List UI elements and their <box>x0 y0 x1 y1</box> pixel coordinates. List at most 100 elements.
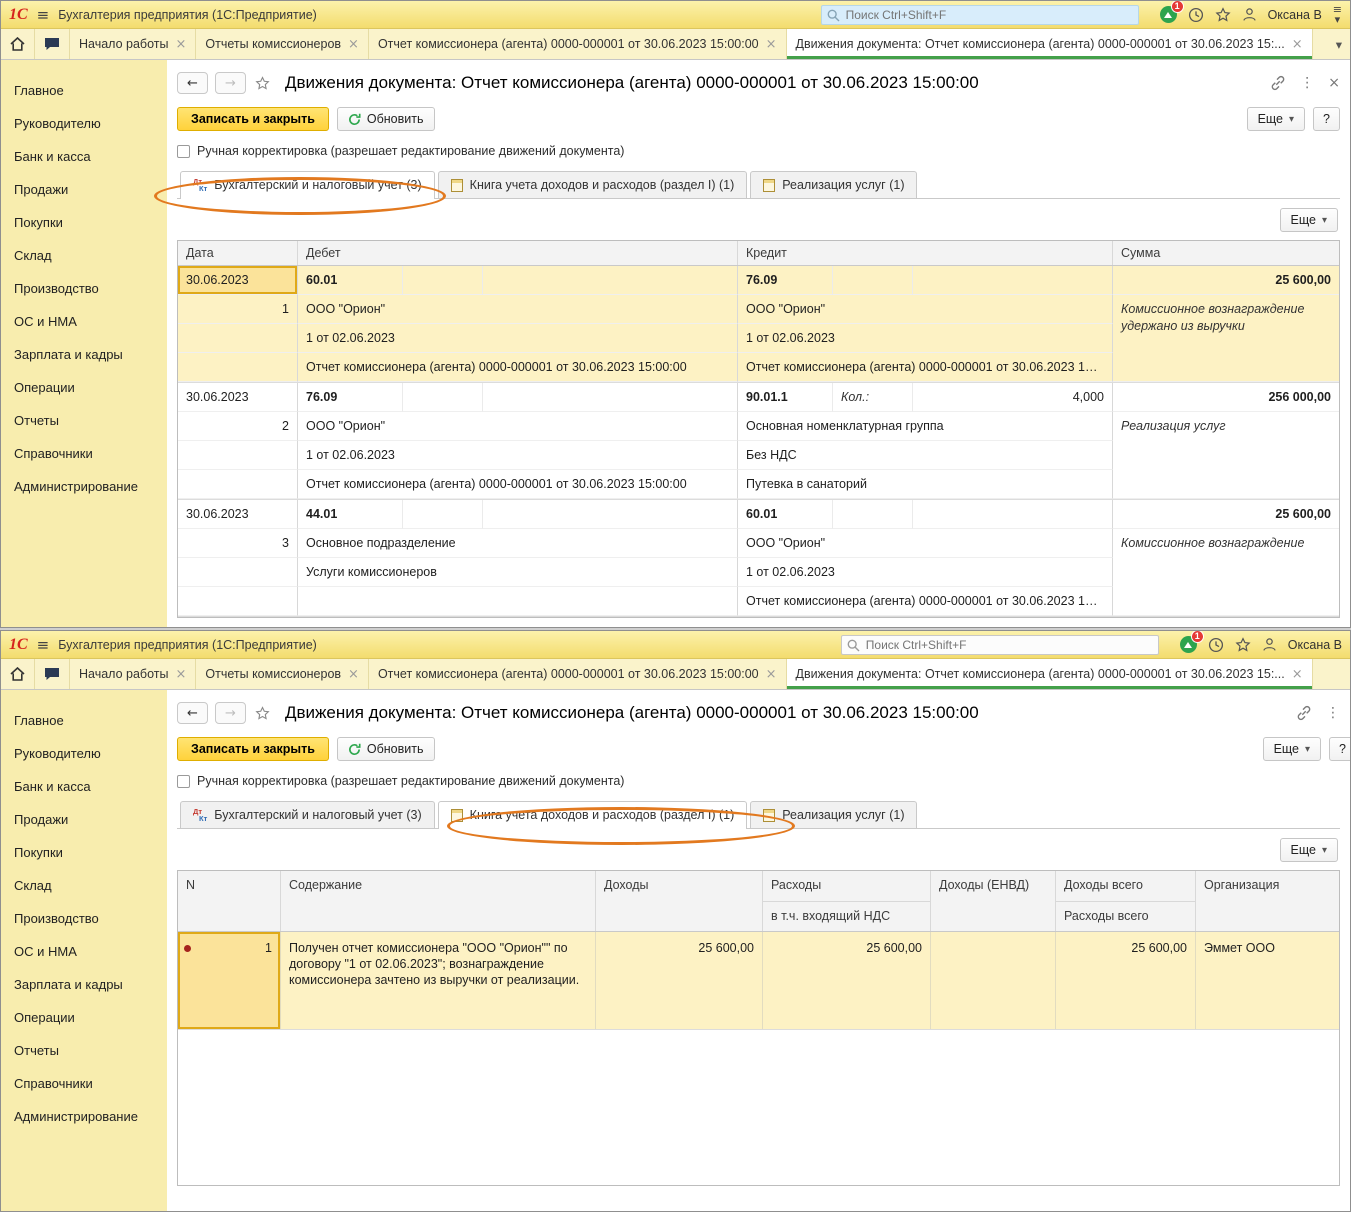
cell-note[interactable]: Комиссионное вознаграждение <box>1113 529 1339 616</box>
cell-row-number[interactable]: 1 <box>178 295 298 324</box>
close-window-icon[interactable]: × <box>1328 75 1340 91</box>
column-header-credit[interactable]: Кредит <box>738 241 1113 265</box>
cell-note[interactable]: Реализация услуг <box>1113 412 1339 499</box>
history-icon[interactable] <box>1208 637 1224 653</box>
cell-debit-account[interactable]: 60.01 <box>298 266 403 295</box>
column-header-expense[interactable]: Расходы <box>763 871 931 901</box>
sidebar-item-otchety[interactable]: Отчеты <box>1 1034 167 1067</box>
column-header-expense-total[interactable]: Расходы всего <box>1056 901 1196 931</box>
cell-date[interactable]: 30.06.2023 <box>178 500 298 529</box>
table-more-button[interactable]: Еще ▾ <box>1279 838 1338 862</box>
close-tab-icon[interactable]: × <box>348 37 359 52</box>
cell-credit-account[interactable]: 76.09 <box>738 266 833 295</box>
close-tab-icon[interactable]: × <box>175 667 186 682</box>
get-link-icon[interactable] <box>1270 75 1286 91</box>
tab-start-page[interactable]: Начало работы × <box>70 659 197 689</box>
cell-debit-subconto2[interactable]: 1 от 02.06.2023 <box>298 441 738 470</box>
sidebar-item-administrirovanie[interactable]: Администрирование <box>1 470 167 503</box>
cell-note[interactable]: Комиссионное вознаграждение удержано из … <box>1113 295 1339 382</box>
favorites-icon[interactable] <box>1235 636 1251 653</box>
forward-button[interactable]: → <box>215 702 246 724</box>
sidebar-item-sklad[interactable]: Склад <box>1 869 167 902</box>
tab-accounting-records[interactable]: Дт Кт Бухгалтерский и налоговый учет (3) <box>180 171 435 199</box>
sidebar-item-sklad[interactable]: Склад <box>1 239 167 272</box>
cell-income-total[interactable]: 25 600,00 <box>1056 932 1196 1029</box>
cell-debit-account[interactable]: 44.01 <box>298 500 403 529</box>
cell-credit-subconto3[interactable]: Отчет комиссионера (агента) 0000-000001 … <box>738 587 1113 616</box>
manual-adjustment-checkbox[interactable] <box>177 774 190 788</box>
tab-commissioner-reports[interactable]: Отчеты комиссионеров × <box>196 29 369 59</box>
user-name[interactable]: Оксана В <box>1288 638 1342 652</box>
sidebar-item-rukovoditelyu[interactable]: Руководителю <box>1 737 167 770</box>
cell-row-number[interactable]: 3 <box>178 529 298 558</box>
sidebar-item-prodazhi[interactable]: Продажи <box>1 803 167 836</box>
close-tab-icon[interactable]: × <box>766 37 777 52</box>
column-header-income-envd[interactable]: Доходы (ЕНВД) <box>931 871 1056 931</box>
get-link-icon[interactable] <box>1296 705 1312 721</box>
close-tab-icon[interactable]: × <box>175 37 186 52</box>
tab-start-page[interactable]: Начало работы × <box>70 29 197 59</box>
cell-qty-label[interactable]: Кол.: <box>833 383 913 412</box>
cell-debit-subconto1[interactable]: ООО "Орион" <box>298 295 738 324</box>
column-header-organization[interactable]: Организация <box>1196 871 1339 931</box>
cell-credit-subconto1[interactable]: ООО "Орион" <box>738 295 1113 324</box>
cell-credit-subconto3[interactable]: Путевка в санаторий <box>738 470 1113 499</box>
tab-commissioner-report-document[interactable]: Отчет комиссионера (агента) 0000-000001 … <box>369 29 787 59</box>
cell-credit-subconto2[interactable]: Без НДС <box>738 441 1113 470</box>
sidebar-item-spravochniki[interactable]: Справочники <box>1 1067 167 1100</box>
close-tab-icon[interactable]: × <box>1292 37 1303 52</box>
tab-services-realization[interactable]: Реализация услуг (1) <box>750 801 918 828</box>
cell-amount[interactable]: 256 000,00 <box>1113 383 1339 412</box>
column-header-n[interactable]: N <box>178 871 281 931</box>
sidebar-item-zarplata-i-kadry[interactable]: Зарплата и кадры <box>1 338 167 371</box>
cell-debit-account[interactable]: 76.09 <box>298 383 403 412</box>
tab-accounting-records[interactable]: Дт Кт Бухгалтерский и налоговый учет (3) <box>180 801 435 828</box>
refresh-button[interactable]: Обновить <box>336 737 435 761</box>
user-icon[interactable] <box>1242 7 1257 22</box>
sidebar-item-rukovoditelyu[interactable]: Руководителю <box>1 107 167 140</box>
sidebar-item-bank-i-kassa[interactable]: Банк и касса <box>1 770 167 803</box>
cell-credit-subconto2[interactable]: 1 от 02.06.2023 <box>738 558 1113 587</box>
service-menu[interactable]: ≡ ▾ <box>1333 4 1342 25</box>
tab-document-movements[interactable]: Движения документа: Отчет комиссионера (… <box>786 659 1313 689</box>
cell-credit-account[interactable]: 90.01.1 <box>738 383 833 412</box>
table-more-button[interactable]: Еще ▾ <box>1279 208 1338 232</box>
user-name[interactable]: Оксана В <box>1268 8 1322 22</box>
close-tab-icon[interactable]: × <box>766 667 777 682</box>
cell-credit-account[interactable]: 60.01 <box>738 500 833 529</box>
cell-amount[interactable]: 25 600,00 <box>1113 266 1339 295</box>
more-button[interactable]: Еще ▾ <box>1246 107 1306 131</box>
close-tab-icon[interactable]: × <box>1292 667 1303 682</box>
sidebar-item-spravochniki[interactable]: Справочники <box>1 437 167 470</box>
sidebar-item-bank-i-kassa[interactable]: Банк и касса <box>1 140 167 173</box>
close-tab-icon[interactable]: × <box>348 667 359 682</box>
tab-kudir[interactable]: Книга учета доходов и расходов (раздел I… <box>437 171 748 198</box>
posting-row[interactable]: 30.06.2023 44.01 60.01 25 600,00 3 Основ… <box>178 500 1339 617</box>
sidebar-item-operacii[interactable]: Операции <box>1 371 167 404</box>
more-menu-icon[interactable]: ⋮ <box>1326 705 1340 721</box>
sidebar-item-otchety[interactable]: Отчеты <box>1 404 167 437</box>
tab-services-realization[interactable]: Реализация услуг (1) <box>750 171 918 198</box>
column-header-income-total[interactable]: Доходы всего <box>1056 871 1196 901</box>
cell-income[interactable]: 25 600,00 <box>596 932 763 1029</box>
cell-qty[interactable]: 4,000 <box>913 383 1113 412</box>
sidebar-item-glavnoe[interactable]: Главное <box>1 74 167 107</box>
cell-row-number[interactable]: 2 <box>178 412 298 441</box>
cell-credit-subconto1[interactable]: Основная номенклатурная группа <box>738 412 1113 441</box>
sidebar-item-pokupki[interactable]: Покупки <box>1 206 167 239</box>
back-button[interactable]: ← <box>177 702 208 724</box>
sidebar-item-pokupki[interactable]: Покупки <box>1 836 167 869</box>
cell-debit-subconto3[interactable]: Отчет комиссионера (агента) 0000-000001 … <box>298 353 738 382</box>
more-button[interactable]: Еще ▾ <box>1262 737 1322 761</box>
home-tab[interactable] <box>1 29 35 59</box>
help-button[interactable]: ? <box>1329 737 1350 761</box>
cell-debit-subconto1[interactable]: ООО "Орион" <box>298 412 738 441</box>
user-icon[interactable] <box>1262 637 1277 652</box>
cell-debit-subconto3[interactable]: Отчет комиссионера (агента) 0000-000001 … <box>298 470 738 499</box>
cell-date[interactable]: 30.06.2023 <box>178 266 298 295</box>
sidebar-item-os-i-nma[interactable]: ОС и НМА <box>1 305 167 338</box>
cell-debit-subconto2[interactable]: Услуги комиссионеров <box>298 558 738 587</box>
cell-income-envd[interactable] <box>931 932 1056 1029</box>
add-to-favorites-star-icon[interactable] <box>255 75 270 91</box>
forward-button[interactable]: → <box>215 72 246 94</box>
